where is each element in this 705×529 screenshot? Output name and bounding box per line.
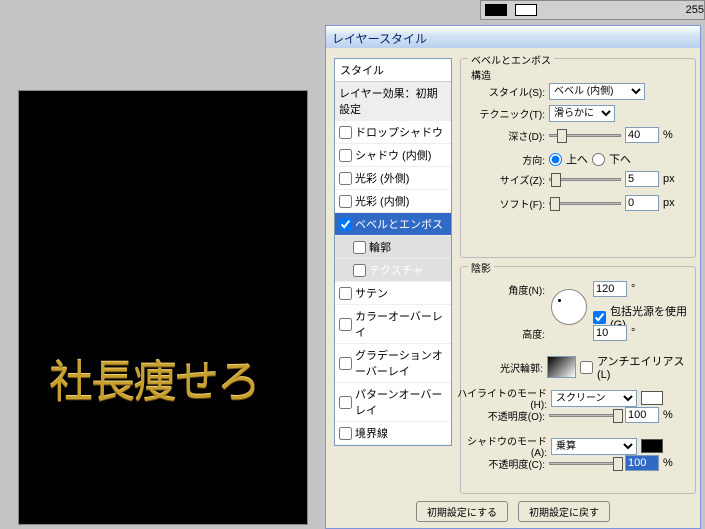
op2-label: 不透明度(C): <box>469 456 545 471</box>
op2-slider[interactable] <box>549 462 621 465</box>
chk[interactable] <box>339 287 352 300</box>
struct-label: 構造 <box>471 67 491 82</box>
gold-text: 社長痩せろ <box>49 346 259 410</box>
style-contour[interactable]: 輪郭 <box>335 236 451 259</box>
op-input[interactable]: 100 <box>625 407 659 423</box>
styles-header[interactable]: スタイル <box>335 59 451 82</box>
style-texture[interactable]: テクスチャ <box>335 259 451 282</box>
chk[interactable] <box>339 149 352 162</box>
style-bevel[interactable]: ベベルとエンボス <box>335 213 451 236</box>
op-slider[interactable] <box>549 414 621 417</box>
reset-button[interactable]: 初期設定に戻す <box>518 501 610 522</box>
dir-down[interactable] <box>592 153 605 166</box>
style-dropshadow[interactable]: ドロップシャドウ <box>335 121 451 144</box>
swatch-bg[interactable] <box>515 4 537 16</box>
sh-color[interactable] <box>641 439 663 453</box>
global-light-chk[interactable] <box>593 311 606 324</box>
chk[interactable] <box>339 195 352 208</box>
tech-select[interactable]: 滑らかに <box>549 105 615 122</box>
hi-color[interactable] <box>641 391 663 405</box>
style-select[interactable]: ベベル (内側) <box>549 83 645 100</box>
soft-label: ソフト(F): <box>469 196 545 211</box>
anti-chk[interactable] <box>580 361 593 374</box>
chk[interactable] <box>339 427 352 440</box>
gloss-contour[interactable] <box>547 356 576 378</box>
chk[interactable] <box>339 126 352 139</box>
depth-slider[interactable] <box>549 134 621 137</box>
shade-legend: 陰影 <box>468 260 494 275</box>
chk[interactable] <box>339 357 352 370</box>
angle-input[interactable]: 120 <box>593 281 627 297</box>
soft-input[interactable]: 0 <box>625 195 659 211</box>
size-label: サイズ(Z): <box>469 172 545 187</box>
angle-label: 角度(N): <box>469 282 545 297</box>
swatch-fg[interactable] <box>485 4 507 16</box>
tech-label: テクニック(T): <box>469 106 545 121</box>
chk[interactable] <box>339 318 352 331</box>
size-slider[interactable] <box>549 178 621 181</box>
depth-label: 深さ(D): <box>469 128 545 143</box>
chk[interactable] <box>339 396 352 409</box>
style-stroke[interactable]: 境界線 <box>335 422 451 445</box>
alt-input[interactable]: 10 <box>593 325 627 341</box>
dir-up[interactable] <box>549 153 562 166</box>
chk[interactable] <box>353 264 366 277</box>
styles-list: スタイル レイヤー効果：初期設定 ドロップシャドウ シャドウ (内側) 光彩 (… <box>334 58 452 446</box>
toolbar: 255 <box>480 0 705 20</box>
default-button[interactable]: 初期設定にする <box>416 501 508 522</box>
chk[interactable] <box>339 172 352 185</box>
shade-fieldset: 陰影 角度(N): 120° 包括光源を使用(G) 高度:10° 光沢輪郭:アン… <box>460 266 696 494</box>
op-label: 不透明度(O): <box>469 408 545 423</box>
document-canvas: 社長痩せろ <box>18 90 308 525</box>
bevel-fieldset: ベベルとエンボス 構造 スタイル(S):ベベル (内側) テクニック(T):滑ら… <box>460 58 696 258</box>
style-innershadow[interactable]: シャドウ (内側) <box>335 144 451 167</box>
layer-style-dialog: レイヤースタイル スタイル レイヤー効果：初期設定 ドロップシャドウ シャドウ … <box>325 25 701 529</box>
style-satin[interactable]: サテン <box>335 282 451 305</box>
dialog-title: レイヤースタイル <box>326 26 700 48</box>
style-gradient[interactable]: グラデーションオーバーレイ <box>335 344 451 383</box>
depth-input[interactable]: 40 <box>625 127 659 143</box>
angle-wheel[interactable] <box>551 289 587 325</box>
hi-select[interactable]: スクリーン <box>551 390 637 407</box>
top-value: 255 <box>686 4 704 16</box>
style-innerglow[interactable]: 光彩 (内側) <box>335 190 451 213</box>
styles-sub[interactable]: レイヤー効果：初期設定 <box>335 82 451 121</box>
size-input[interactable]: 5 <box>625 171 659 187</box>
sh-select[interactable]: 乗算 <box>551 438 637 455</box>
chk[interactable] <box>353 241 366 254</box>
style-label: スタイル(S): <box>469 84 545 99</box>
alt-label: 高度: <box>469 326 545 341</box>
style-outerglow[interactable]: 光彩 (外側) <box>335 167 451 190</box>
soft-slider[interactable] <box>549 202 621 205</box>
style-color[interactable]: カラーオーバーレイ <box>335 305 451 344</box>
dir-label: 方向: <box>469 152 545 167</box>
chk[interactable] <box>339 218 352 231</box>
style-pattern[interactable]: パターンオーバーレイ <box>335 383 451 422</box>
gloss-label: 光沢輪郭: <box>469 360 543 375</box>
bevel-legend: ベベルとエンボス <box>468 52 554 67</box>
dialog-buttons: 初期設定にする 初期設定に戻す <box>326 501 700 522</box>
op2-input[interactable]: 100 <box>625 455 659 471</box>
